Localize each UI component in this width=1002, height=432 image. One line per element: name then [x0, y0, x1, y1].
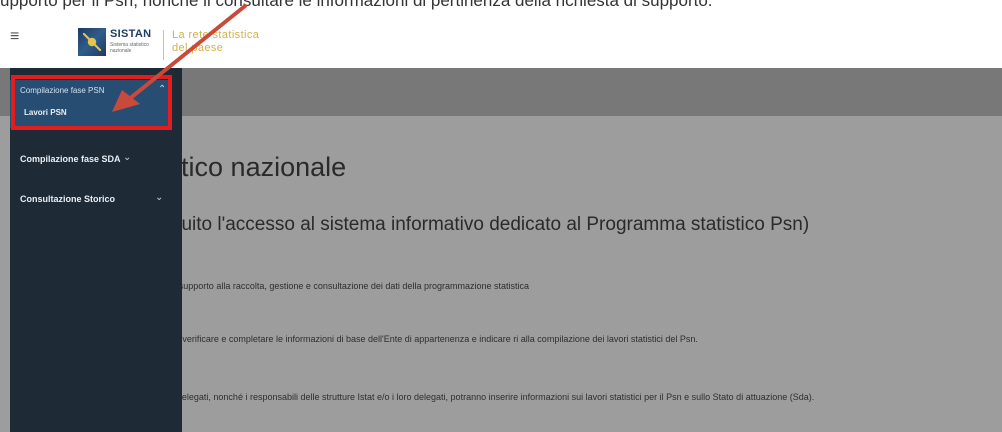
cropped-document-text: upporto per il Psn, nonché il consultare… — [0, 0, 1002, 14]
tagline: La rete statistica del paese — [172, 29, 259, 55]
annotation-highlight-box — [11, 75, 172, 130]
chevron-down-icon[interactable]: ⌄ — [155, 192, 163, 203]
cropped-text-line: upporto per il Psn, nonché il consultare… — [0, 0, 713, 10]
sidebar-group-sda[interactable]: Compilazione fase SDA ⌄ — [10, 150, 182, 170]
sidebar-group-label[interactable]: Consultazione Storico — [20, 194, 115, 204]
logo-subtitle: Sistema statistico nazionale — [110, 42, 149, 54]
sidebar-group-label[interactable]: Compilazione fase SDA — [20, 154, 121, 164]
sistan-logo[interactable]: SISTAN Sistema statistico nazionale — [78, 26, 156, 60]
logo-title: SISTAN — [110, 28, 152, 40]
sistan-logo-mark-icon — [78, 28, 106, 56]
tagline-line-1: La rete statistica — [172, 29, 260, 41]
app-header: ≡ SISTAN Sistema statistico nazionale La… — [0, 14, 1002, 68]
intro-paragraph-2: egli uffici di statistica potranno verif… — [60, 334, 698, 344]
sidebar-group-storico[interactable]: Consultazione Storico ⌄ — [10, 190, 182, 210]
intro-paragraph-3: egli uffici di statistica e/o loro deleg… — [60, 392, 815, 402]
tagline-line-2: del paese — [172, 42, 224, 54]
chevron-down-icon[interactable]: ⌄ — [123, 152, 131, 163]
hamburger-menu-icon[interactable]: ≡ — [10, 28, 19, 46]
logo-divider — [163, 30, 164, 60]
page-subtitle: o ha eseguito l'accesso al sistema infor… — [98, 214, 810, 235]
intro-paragraph-1: ente l'accesso alle funzioni di supporto… — [60, 281, 529, 291]
